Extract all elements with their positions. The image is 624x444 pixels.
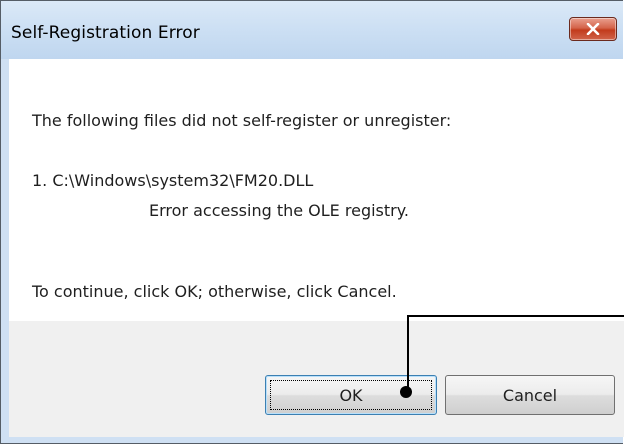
dialog-window: Self-Registration Error The following fi… [0, 0, 624, 444]
button-bar: OK Cancel [9, 321, 624, 437]
ok-button[interactable]: OK [265, 375, 437, 415]
close-button[interactable] [569, 17, 617, 41]
file-path-text: 1. C:\Windows\system32\FM20.DLL [32, 171, 314, 190]
title-bar[interactable]: Self-Registration Error [1, 1, 623, 59]
cancel-button-label: Cancel [502, 385, 558, 405]
focus-rectangle [270, 380, 432, 410]
intro-text: The following files did not self-registe… [32, 111, 452, 130]
cancel-button[interactable]: Cancel [445, 375, 615, 415]
instruction-text: To continue, click OK; otherwise, click … [32, 282, 397, 301]
error-detail-text: Error accessing the OLE registry. [149, 201, 410, 220]
close-icon [586, 23, 600, 35]
message-area: The following files did not self-registe… [9, 59, 624, 321]
dialog-title: Self-Registration Error [11, 23, 200, 43]
